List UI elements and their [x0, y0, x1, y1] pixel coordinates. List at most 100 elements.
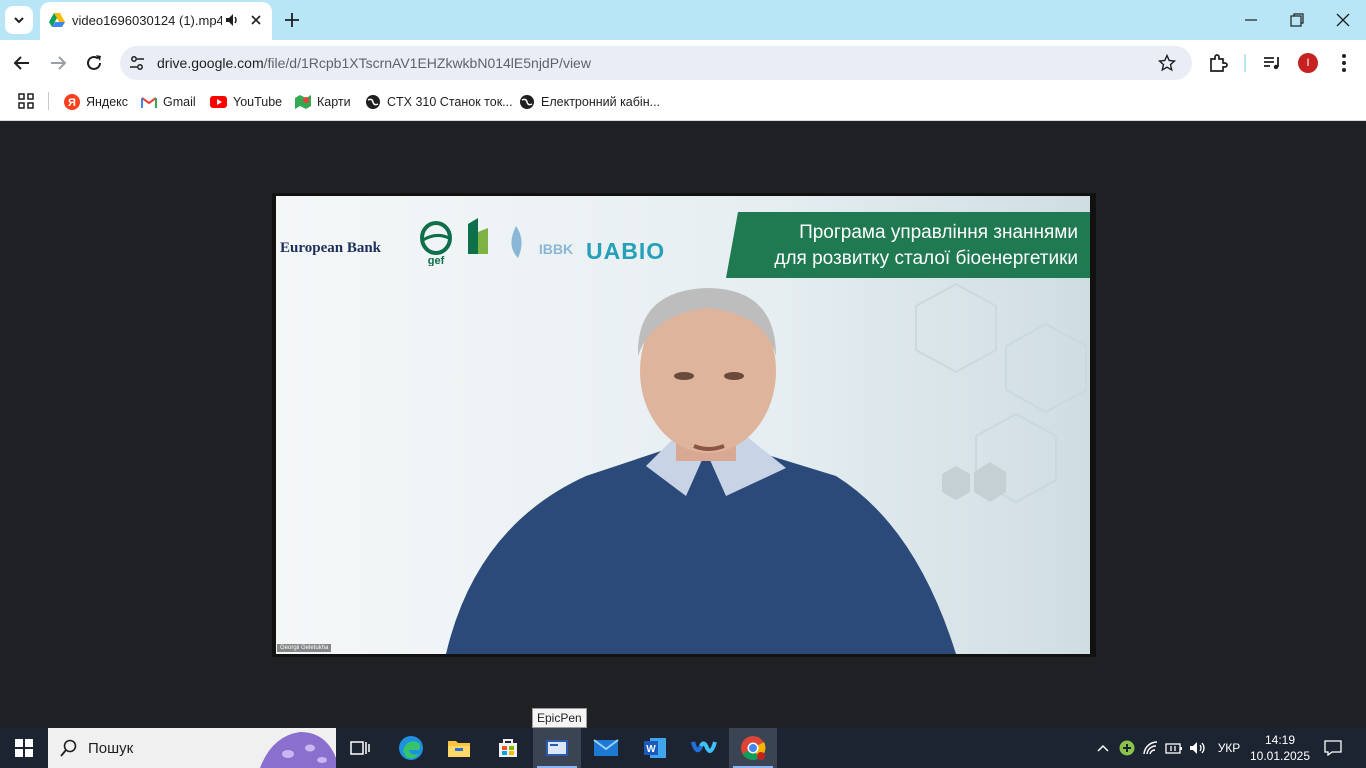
- speaker-icon[interactable]: [224, 12, 240, 28]
- clock-time: 14:19: [1264, 733, 1296, 747]
- media-controls-icon[interactable]: [1261, 52, 1283, 74]
- clock-date: 10.01.2025: [1249, 749, 1311, 763]
- chrome-icon: [741, 736, 766, 761]
- url-host: drive.google.com: [157, 55, 264, 71]
- chevron-down-icon: [14, 17, 24, 24]
- store-icon: [499, 739, 517, 757]
- biomass-logo: [468, 218, 488, 254]
- globe-icon: [520, 95, 534, 109]
- bookmark-label: Карти: [317, 95, 351, 109]
- svg-text:W: W: [646, 744, 656, 755]
- globe-icon: [366, 95, 380, 109]
- network-button[interactable]: [1140, 728, 1162, 768]
- edge-icon: [399, 736, 423, 760]
- tab-search-button[interactable]: [5, 6, 33, 34]
- bookmark-ctx310[interactable]: CTX 310 Станок ток...: [365, 92, 513, 112]
- taskbar-tooltip: EpicPen: [532, 708, 587, 728]
- ibbk-logo-text: IBBK: [539, 241, 573, 257]
- chevron-up-icon: [1097, 744, 1109, 752]
- volume-button[interactable]: [1186, 728, 1210, 768]
- new-tab-icon[interactable]: [282, 10, 302, 30]
- bookmarks-bar: Я Яндекс Gmail YouTube Карти CTX 310 Ста…: [0, 86, 1366, 121]
- browser-tab[interactable]: video1696030124 (1).mp4 - Google Drive: [40, 2, 272, 40]
- banner-line-2: для розвитку сталої біоенергетики: [774, 248, 1078, 269]
- program-banner: Програма управління знаннями для розвитк…: [726, 212, 1090, 278]
- taskbar-search-box[interactable]: Пошук: [48, 728, 336, 768]
- banner-line-1: Програма управління знаннями: [799, 222, 1078, 243]
- wifi-icon: [1143, 741, 1158, 755]
- address-bar[interactable]: drive.google.com/file/d/1Rcpb1XTscrnAV1E…: [120, 46, 1192, 80]
- bookmark-electronic-cabinet[interactable]: Електронний кабін...: [519, 92, 660, 112]
- bookmark-yandex[interactable]: Я Яндекс: [64, 92, 128, 112]
- google-drive-icon: [49, 13, 65, 27]
- notifications-button[interactable]: [1318, 728, 1348, 768]
- video-player[interactable]: Програма управління знаннями для розвитк…: [276, 196, 1090, 654]
- drive-viewer: Програма управління знаннями для розвитк…: [0, 121, 1366, 728]
- gef-logo: gef: [420, 221, 452, 266]
- close-window-icon[interactable]: [1333, 10, 1353, 30]
- epicpen-icon: [546, 740, 568, 756]
- bookmark-label: Яндекс: [86, 95, 129, 109]
- windows-logo-icon: [15, 739, 33, 757]
- folder-icon: [448, 741, 470, 757]
- apps-grid-icon[interactable]: [18, 93, 34, 109]
- webex-icon: [691, 741, 717, 753]
- mail-icon: [593, 739, 619, 756]
- youtube-icon: [210, 96, 227, 108]
- clock[interactable]: 14:19 10.01.2025: [1248, 732, 1312, 764]
- word-icon: W: [644, 738, 666, 758]
- browser-toolbar: drive.google.com/file/d/1Rcpb1XTscrnAV1E…: [0, 40, 1366, 86]
- tray-plus-icon: [1119, 740, 1135, 756]
- taskbar-epicpen[interactable]: [533, 728, 581, 768]
- tray-app-button[interactable]: [1116, 728, 1138, 768]
- minimize-icon[interactable]: [1241, 10, 1261, 30]
- toolbar-separator: [1244, 54, 1246, 72]
- taskbar-mail[interactable]: [582, 728, 630, 768]
- reload-icon[interactable]: [83, 52, 105, 74]
- taskbar-word[interactable]: W: [631, 728, 679, 768]
- taskbar-webex[interactable]: [680, 728, 728, 768]
- forward-arrow-icon[interactable]: [47, 52, 69, 74]
- taskbar-chrome[interactable]: [729, 728, 777, 768]
- more-menu-icon[interactable]: [1333, 52, 1355, 74]
- close-tab-icon[interactable]: [248, 12, 264, 28]
- url-text: drive.google.com/file/d/1Rcpb1XTscrnAV1E…: [157, 55, 591, 71]
- tab-strip: video1696030124 (1).mp4 - Google Drive: [0, 0, 1366, 40]
- profile-avatar[interactable]: I: [1298, 53, 1318, 73]
- url-path: /file/d/1Rcpb1XTscrnAV1EHZkwkbN014lE5njd…: [263, 55, 591, 71]
- task-view-icon: [350, 741, 370, 755]
- volume-icon: [1190, 742, 1205, 754]
- bookmark-label: Електронний кабін...: [541, 95, 661, 109]
- yandex-icon: Я: [64, 94, 80, 110]
- bookmark-maps[interactable]: Карти: [295, 92, 351, 112]
- show-hidden-icons-button[interactable]: [1092, 728, 1114, 768]
- bookmark-gmail[interactable]: Gmail: [141, 92, 196, 112]
- bookmark-label: Gmail: [163, 95, 196, 109]
- start-button[interactable]: [0, 728, 48, 768]
- tab-title: video1696030124 (1).mp4 - Google Drive: [72, 13, 222, 28]
- back-arrow-icon[interactable]: [11, 52, 33, 74]
- restore-icon[interactable]: [1287, 10, 1307, 30]
- ibbk-logo: IBBK: [511, 226, 573, 258]
- maps-icon: [295, 95, 311, 109]
- taskbar-file-explorer[interactable]: [435, 728, 483, 768]
- site-settings-icon[interactable]: [128, 54, 146, 72]
- windows-taskbar: Пошук W УКР 14:19 10.01.2025: [0, 728, 1366, 768]
- svg-text:Я: Я: [68, 97, 76, 109]
- bookmark-youtube[interactable]: YouTube: [210, 92, 282, 112]
- search-placeholder: Пошук: [88, 740, 134, 757]
- bookmark-label: YouTube: [233, 95, 283, 109]
- battery-plug-icon: [1165, 743, 1182, 754]
- bookmark-label: CTX 310 Станок ток...: [387, 95, 513, 109]
- extensions-icon[interactable]: [1207, 52, 1229, 74]
- taskbar-store[interactable]: [484, 728, 532, 768]
- bookmark-star-icon[interactable]: [1158, 54, 1176, 72]
- language-indicator[interactable]: УКР: [1212, 728, 1246, 768]
- taskbar-edge[interactable]: [387, 728, 435, 768]
- search-icon: [60, 739, 77, 757]
- bookmarks-separator: [48, 92, 49, 110]
- uabio-logo: UABIO: [586, 238, 666, 264]
- battery-button[interactable]: [1163, 728, 1185, 768]
- task-view-button[interactable]: [336, 728, 384, 768]
- ebrd-logo: European Bank: [280, 240, 382, 256]
